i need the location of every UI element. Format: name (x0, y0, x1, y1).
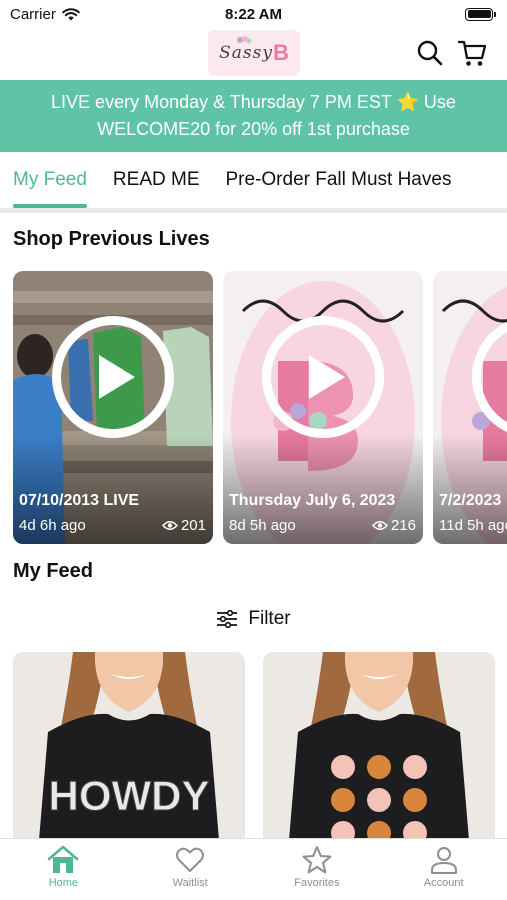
wifi-icon (62, 7, 80, 20)
product-card[interactable]: HOWDY (13, 652, 245, 852)
previous-lives-carousel[interactable]: 07/10/2013 LIVE 4d 6h ago 201 Thursday J… (13, 271, 507, 544)
nav-favorites[interactable]: Favorites (254, 839, 381, 900)
live-title: 07/10/2013 LIVE (19, 492, 140, 509)
flower-icon (237, 36, 252, 44)
play-icon[interactable] (262, 316, 384, 438)
status-bar: Carrier 8:22 AM (0, 0, 507, 28)
category-tabs: My Feed READ ME Pre-Order Fall Must Have… (0, 152, 507, 208)
tab-read-me[interactable]: READ ME (100, 152, 213, 208)
nav-waitlist[interactable]: Waitlist (127, 839, 254, 900)
promo-text: LIVE every Monday & Thursday 7 PM EST ⭐ … (51, 92, 456, 139)
tab-my-feed[interactable]: My Feed (0, 152, 100, 208)
play-icon[interactable] (52, 316, 174, 438)
product-card[interactable] (263, 652, 495, 852)
home-icon (48, 845, 79, 873)
battery-icon (465, 7, 496, 21)
bottom-tab-bar: Home Waitlist Favorites Account (0, 838, 507, 900)
cart-icon[interactable] (455, 36, 489, 70)
nav-label-account: Account (423, 877, 464, 889)
live-title: Thursday July 6, 2023 (229, 492, 396, 509)
sliders-icon (217, 610, 238, 628)
nav-label-home: Home (48, 877, 79, 889)
logo-text: Sassy (219, 43, 273, 63)
tab-pre-order[interactable]: Pre-Order Fall Must Haves (213, 152, 465, 208)
live-ago: 8d 5h ago (229, 517, 296, 534)
product-graphic-text: HOWDY (49, 772, 210, 819)
heart-icon (176, 847, 205, 872)
live-ago: 11d 5h ago (439, 517, 507, 534)
filter-button[interactable]: Filter (0, 604, 507, 634)
eye-icon (161, 521, 178, 530)
live-card[interactable]: 07/10/2013 LIVE 4d 6h ago 201 (13, 271, 213, 544)
promo-banner[interactable]: LIVE every Monday & Thursday 7 PM EST ⭐ … (0, 80, 507, 152)
previous-lives-title: Shop Previous Lives (13, 228, 210, 250)
nav-label-waitlist: Waitlist (172, 877, 208, 889)
star-icon (302, 846, 332, 874)
pumpkin-flower-graphic (331, 755, 427, 845)
logo-letter: B (272, 40, 289, 65)
product-image (263, 652, 495, 852)
product-image: HOWDY (13, 652, 245, 852)
person-icon (430, 847, 457, 874)
filter-label: Filter (248, 608, 291, 629)
live-ago: 4d 6h ago (19, 517, 86, 534)
live-views: 201 (161, 517, 206, 534)
search-icon[interactable] (413, 36, 447, 70)
nav-account[interactable]: Account (380, 839, 507, 900)
store-logo[interactable]: Sassy B (208, 30, 300, 76)
tabs-divider (0, 208, 507, 213)
nav-label-favorites: Favorites (294, 877, 340, 889)
live-views: 216 (371, 517, 416, 534)
feed-title: My Feed (13, 560, 94, 582)
app-header: Sassy B (0, 28, 507, 80)
live-title: 7/2/2023 (439, 492, 502, 509)
live-card[interactable]: Thursday July 6, 2023 8d 5h ago 216 (223, 271, 423, 544)
carrier-label: Carrier (10, 5, 56, 23)
eye-icon (371, 521, 388, 530)
nav-home[interactable]: Home (0, 839, 127, 900)
live-card[interactable]: 7/2/2023 11d 5h ago (433, 271, 507, 544)
